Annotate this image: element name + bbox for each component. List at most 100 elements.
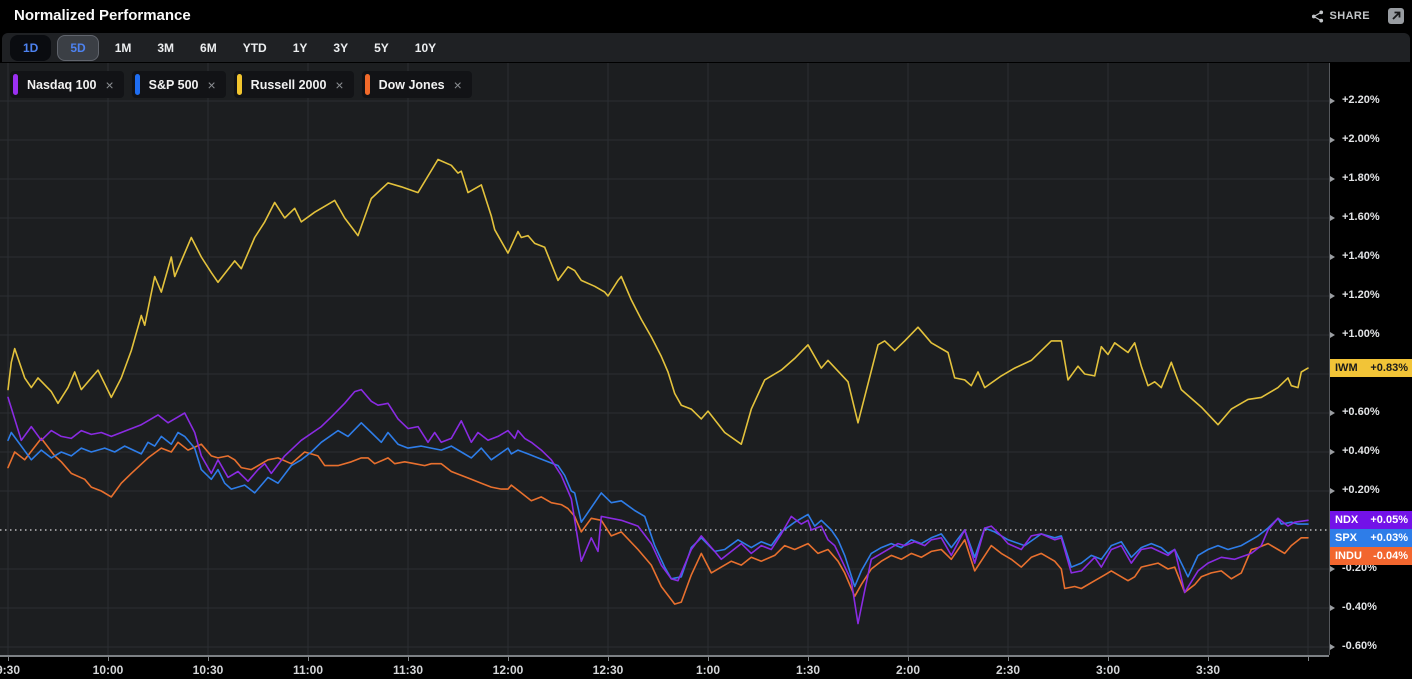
last-value-badge-spx: SPX +0.03% (1330, 529, 1412, 547)
time-axis-label: 2:00 (896, 663, 920, 677)
popout-arrow-icon (1388, 8, 1404, 27)
badge-change: +0.03% (1370, 532, 1408, 544)
close-icon[interactable]: × (207, 78, 215, 92)
share-icon (1311, 10, 1324, 23)
range-tab-1d[interactable]: 1D (10, 35, 51, 61)
close-icon[interactable]: × (105, 78, 113, 92)
legend-chip-indu[interactable]: Dow Jones × (362, 71, 472, 98)
percent-axis-label: +1.60% (1342, 211, 1380, 223)
percent-axis-label: +0.60% (1342, 406, 1380, 418)
axis-tick-mark (1330, 176, 1335, 182)
time-axis-label: 1:30 (796, 663, 820, 677)
series-color-bar (237, 74, 242, 95)
close-icon[interactable]: × (454, 78, 462, 92)
time-axis-label: 12:00 (493, 663, 524, 677)
axis-tick-mark (208, 657, 209, 661)
percent-axis-label: +2.00% (1342, 133, 1380, 145)
legend-chip-spx[interactable]: S&P 500 × (132, 71, 226, 98)
time-axis-label: 11:30 (393, 663, 423, 677)
time-axis-label: 3:00 (1096, 663, 1120, 677)
axis-tick-mark (8, 657, 9, 661)
percent-axis-label: +1.20% (1342, 289, 1380, 301)
last-value-badge-iwm: IWM +0.83% (1330, 359, 1412, 377)
share-label: SHARE (1329, 10, 1370, 22)
time-axis-label: 9:30 (0, 663, 20, 677)
percent-axis-label: +1.80% (1342, 172, 1380, 184)
series-color-bar (13, 74, 18, 95)
axis-tick-mark (1330, 644, 1335, 650)
last-value-badge-indu: INDU -0.04% (1330, 547, 1412, 565)
badge-change: +0.83% (1370, 362, 1408, 374)
time-axis-label: 3:30 (1196, 663, 1220, 677)
axis-tick-mark (608, 657, 609, 661)
time-axis-label: 11:00 (293, 663, 323, 677)
axis-tick-mark (508, 657, 509, 661)
axis-tick-mark (1330, 605, 1335, 611)
page-title: Normalized Performance (14, 0, 191, 32)
legend-chip-label: Nasdaq 100 (27, 78, 96, 92)
percent-axis-label: +1.40% (1342, 250, 1380, 262)
axis-tick-mark (1330, 137, 1335, 143)
badge-ticker: SPX (1335, 532, 1357, 544)
axis-tick-mark (908, 657, 909, 661)
series-color-bar (365, 74, 370, 95)
axis-tick-mark (708, 657, 709, 661)
axis-tick-mark (108, 657, 109, 661)
percent-axis-label: +0.40% (1342, 445, 1380, 457)
range-tab-3m[interactable]: 3M (147, 35, 184, 61)
series-color-bar (135, 74, 140, 95)
legend-chip-label: Russell 2000 (251, 78, 327, 92)
legend-chip-label: Dow Jones (379, 78, 445, 92)
badge-change: +0.05% (1370, 514, 1408, 526)
badge-ticker: INDU (1335, 550, 1362, 562)
legend-chip-iwm[interactable]: Russell 2000 × (234, 71, 354, 98)
close-icon[interactable]: × (335, 78, 343, 92)
axis-tick-mark (308, 657, 309, 661)
range-tab-5d[interactable]: 5D (57, 35, 98, 61)
range-tabs: 1D5D 1M3M6MYTD1Y3Y5Y10Y (2, 33, 1410, 62)
popout-button[interactable] (1388, 8, 1404, 24)
header-bar: Normalized Performance SHARE (0, 0, 1412, 32)
axis-tick-mark (408, 657, 409, 661)
range-tab-1m[interactable]: 1M (105, 35, 142, 61)
badge-ticker: IWM (1335, 362, 1358, 374)
legend-chip-ndx[interactable]: Nasdaq 100 × (10, 71, 124, 98)
percent-axis-label: -0.60% (1342, 640, 1377, 652)
time-axis-label: 12:30 (593, 663, 624, 677)
percent-axis-label: +0.20% (1342, 484, 1380, 496)
axis-tick-mark (1008, 657, 1009, 661)
axis-tick-mark (1330, 332, 1335, 338)
time-axis-label: 10:00 (93, 663, 124, 677)
range-tab-1y[interactable]: 1Y (283, 35, 318, 61)
last-value-badge-ndx: NDX +0.05% (1330, 511, 1412, 529)
axis-tick-mark (808, 657, 809, 661)
range-tab-ytd[interactable]: YTD (233, 35, 277, 61)
time-axis-label: 2:30 (996, 663, 1020, 677)
legend-chip-label: S&P 500 (149, 78, 199, 92)
badge-change: -0.04% (1373, 550, 1408, 562)
percent-axis-label: +1.00% (1342, 328, 1380, 340)
axis-tick-mark (1330, 410, 1335, 416)
range-tab-5y[interactable]: 5Y (364, 35, 399, 61)
axis-tick-mark (1208, 657, 1209, 661)
range-tab-6m[interactable]: 6M (190, 35, 227, 61)
axis-tick-mark (1330, 293, 1335, 299)
percent-axis: +2.20% +2.00% +1.80% +1.60% +1.40% +1.20% +1.0… (1329, 63, 1412, 655)
chart-region: Nasdaq 100×S&P 500×Russell 2000×Dow Jone… (0, 63, 1412, 679)
badge-ticker: NDX (1335, 514, 1358, 526)
axis-tick-mark (1330, 254, 1335, 260)
time-axis-label: 1:00 (696, 663, 720, 677)
percent-axis-label: -0.40% (1342, 601, 1377, 613)
legend-row: Nasdaq 100×S&P 500×Russell 2000×Dow Jone… (10, 71, 472, 98)
axis-tick-mark (1330, 566, 1335, 572)
time-axis-label: 10:30 (193, 663, 224, 677)
axis-tick-mark (1330, 488, 1335, 494)
range-tab-3y[interactable]: 3Y (323, 35, 358, 61)
axis-tick-mark (1330, 215, 1335, 221)
axis-tick-mark (1330, 98, 1335, 104)
share-button[interactable]: SHARE (1311, 0, 1370, 32)
performance-chart-plot[interactable] (0, 63, 1329, 655)
percent-axis-label: +2.20% (1342, 94, 1380, 106)
range-tab-10y[interactable]: 10Y (405, 35, 446, 61)
time-axis: 9:30 10:00 10:30 11:00 11:30 12:00 12:30 1:00 1:… (0, 655, 1329, 679)
